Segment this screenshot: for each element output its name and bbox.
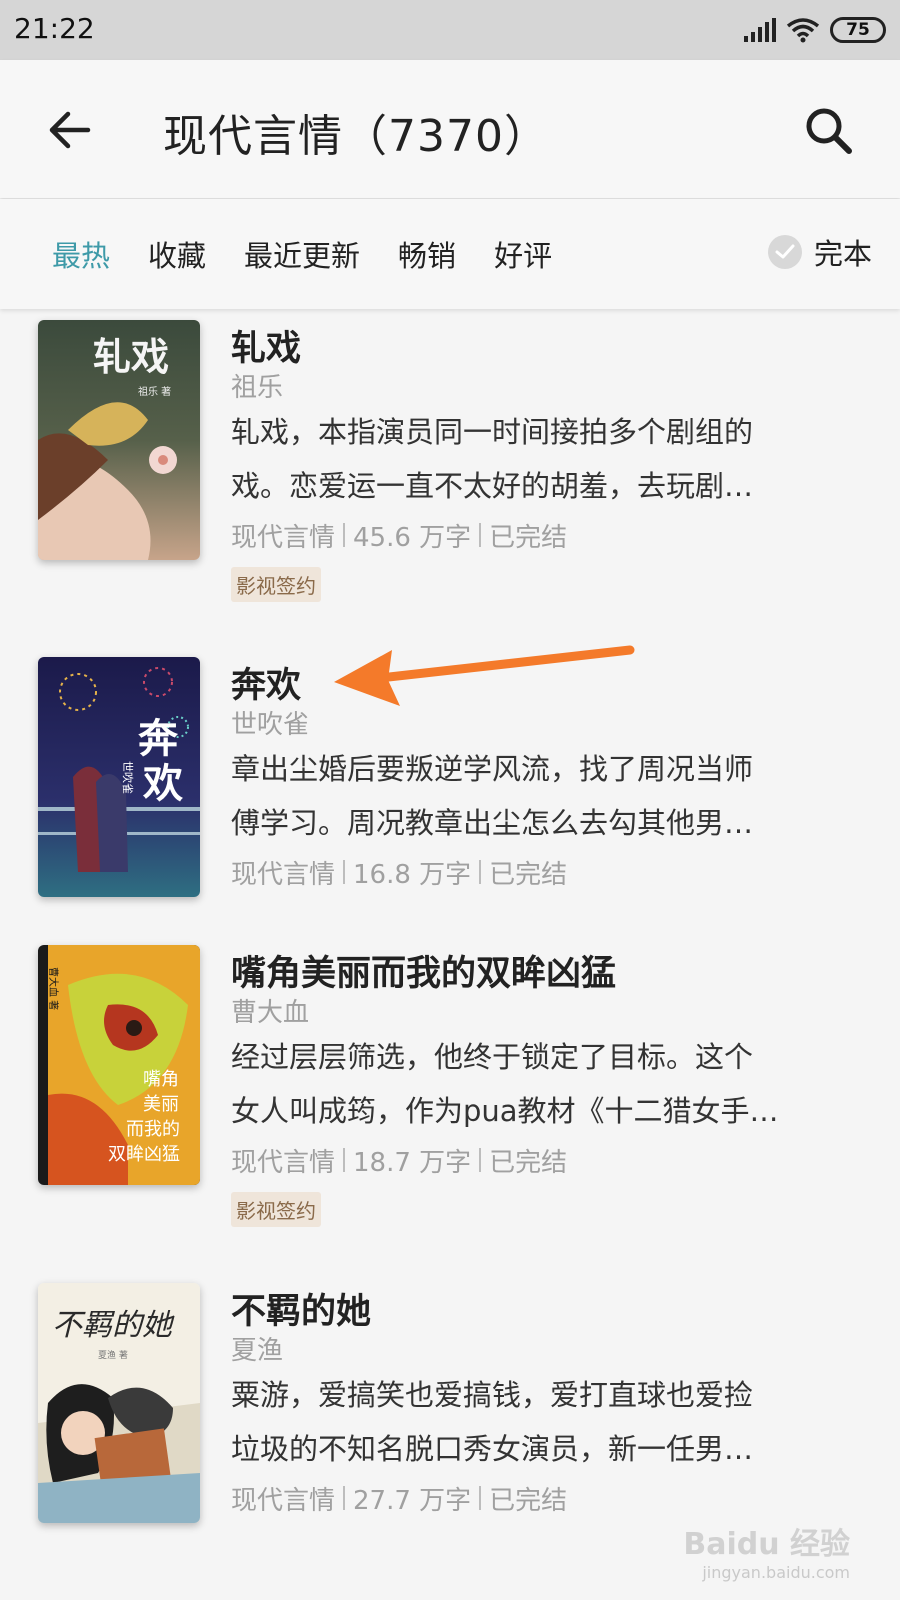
- divider: [343, 860, 346, 884]
- book-meta: 现代言情 18.7 万字 已完结: [231, 1142, 871, 1178]
- completed-filter-toggle[interactable]: 完本: [767, 231, 872, 273]
- filter-bar: 最热 收藏 最近更新 畅销 好评 完本: [0, 199, 900, 309]
- book-info: 嘴角美丽而我的双眸凶猛 曹大血 经过层层筛选，他终于锁定了目标。这个 女人叫成筠…: [231, 945, 871, 1227]
- description-line: 垃圾的不知名脱口秀女演员，新一任男…: [231, 1432, 754, 1466]
- cover-title-line: 美丽: [143, 1094, 179, 1115]
- check-icon: [767, 235, 802, 269]
- status-bar: 21:22 75: [0, 0, 900, 60]
- cover-author: 夏渔 著: [98, 1349, 128, 1361]
- cover-title: 不羁的她: [52, 1308, 175, 1343]
- book-author: 曹大血: [231, 998, 310, 1028]
- cover-title-part: 奔: [138, 716, 179, 762]
- book-status: 已完结: [489, 1147, 568, 1178]
- book-info: 不羁的她 夏渔 粟游，爱搞笑也爱搞钱，爱打直球也爱捡 垃圾的不知名脱口秀女演员，…: [231, 1283, 871, 1516]
- divider: [479, 523, 482, 547]
- tab-hottest[interactable]: 最热: [52, 233, 110, 275]
- description-line: 傅学习。周况教章出尘怎么去勾其他男…: [231, 806, 754, 840]
- description-line: 经过层层筛选，他终于锁定了目标。这个: [231, 1040, 754, 1074]
- tab-top-rated[interactable]: 好评: [494, 233, 552, 275]
- watermark-url: jingyan.baidu.com: [702, 1563, 850, 1582]
- book-cover[interactable]: 不羁的她 夏渔 著: [38, 1283, 200, 1523]
- book-meta: 现代言情 45.6 万字 已完结: [231, 517, 871, 553]
- annotation-arrow-icon: [334, 645, 635, 706]
- book-description: 粟游，爱搞笑也爱搞钱，爱打直球也爱捡 垃圾的不知名脱口秀女演员，新一任男…: [231, 1368, 871, 1476]
- book-cover[interactable]: 奔 欢 世吹雀: [38, 657, 200, 897]
- book-info: 轧戏 祖乐 轧戏，本指演员同一时间接拍多个剧组的 戏。恋爱运一直不太好的胡羞，去…: [231, 320, 871, 602]
- divider: [343, 1486, 346, 1510]
- book-status: 已完结: [489, 859, 568, 890]
- book-status: 已完结: [489, 1485, 568, 1516]
- tab-recently-updated[interactable]: 最近更新: [244, 233, 360, 275]
- book-cover[interactable]: 轧戏 祖乐 著: [38, 320, 200, 560]
- status-time: 21:22: [14, 12, 95, 45]
- book-category: 现代言情: [231, 859, 336, 890]
- book-category: 现代言情: [231, 1485, 336, 1516]
- battery-level: 75: [846, 20, 870, 40]
- book-meta: 现代言情 16.8 万字 已完结: [231, 854, 871, 890]
- tab-favorites[interactable]: 收藏: [148, 233, 206, 275]
- book-description: 章出尘婚后要叛逆学风流，找了周况当师 傅学习。周况教章出尘怎么去勾其他男…: [231, 742, 871, 850]
- cover-title-line: 双眸凶猛: [108, 1144, 180, 1165]
- description-line: 轧戏，本指演员同一时间接拍多个剧组的: [231, 415, 754, 449]
- divider: [343, 523, 346, 547]
- page-title: 现代言情（7370）: [163, 111, 549, 162]
- app-header: 现代言情（7370）: [0, 60, 900, 198]
- book-word-count: 27.7 万字: [353, 1485, 472, 1516]
- book-author: 夏渔: [231, 1336, 284, 1366]
- sort-tabs: 最热 收藏 最近更新 畅销 好评: [52, 233, 552, 275]
- book-meta: 现代言情 27.7 万字 已完结: [231, 1480, 871, 1516]
- back-button[interactable]: [40, 100, 100, 160]
- book-status: 已完结: [489, 522, 568, 553]
- cover-title-line: 而我的: [126, 1119, 180, 1140]
- description-line: 章出尘婚后要叛逆学风流，找了周况当师: [231, 752, 754, 786]
- book-word-count: 18.7 万字: [353, 1147, 472, 1178]
- cover-title-line: 嘴角: [143, 1069, 179, 1090]
- book-title[interactable]: 轧戏: [231, 320, 871, 369]
- divider: [343, 1148, 346, 1172]
- watermark-logo: Baidu 经验: [683, 1527, 850, 1562]
- tab-bestselling[interactable]: 畅销: [398, 233, 456, 275]
- description-line: 粟游，爱搞笑也爱搞钱，爱打直球也爱捡: [231, 1378, 754, 1412]
- cover-title: 轧戏: [93, 334, 169, 379]
- film-rights-badge: 影视签约: [231, 567, 321, 602]
- baidu-watermark: Baidu 经验 jingyan.baidu.com: [683, 1519, 850, 1582]
- completed-label: 完本: [813, 237, 872, 271]
- cover-author: 祖乐 著: [138, 385, 171, 398]
- signal-icon: [744, 18, 776, 42]
- book-word-count: 16.8 万字: [353, 859, 472, 890]
- search-button[interactable]: [796, 98, 860, 162]
- book-category: 现代言情: [231, 522, 336, 553]
- divider: [479, 860, 482, 884]
- cover-title-part: 欢: [142, 761, 183, 807]
- divider: [479, 1148, 482, 1172]
- book-description: 经过层层筛选，他终于锁定了目标。这个 女人叫成筠，作为pua教材《十二猎女手…: [231, 1030, 871, 1138]
- divider: [479, 1486, 482, 1510]
- battery-icon: 75: [830, 17, 886, 43]
- status-icons: 75: [744, 14, 886, 46]
- wifi-icon: [786, 18, 820, 43]
- description-line: 女人叫成筠，作为pua教材《十二猎女手…: [231, 1094, 779, 1128]
- book-description: 轧戏，本指演员同一时间接拍多个剧组的 戏。恋爱运一直不太好的胡羞，去玩剧…: [231, 405, 871, 513]
- description-line: 戏。恋爱运一直不太好的胡羞，去玩剧…: [231, 469, 754, 503]
- book-word-count: 45.6 万字: [353, 522, 472, 553]
- cover-author: 世吹雀: [121, 761, 134, 794]
- film-rights-badge: 影视签约: [231, 1192, 321, 1227]
- book-author: 祖乐: [231, 373, 284, 403]
- book-title[interactable]: 不羁的她: [231, 1283, 871, 1332]
- book-category: 现代言情: [231, 1147, 336, 1178]
- back-arrow-icon: [49, 111, 91, 149]
- book-title[interactable]: 嘴角美丽而我的双眸凶猛: [231, 945, 871, 994]
- search-icon: [806, 108, 852, 154]
- book-cover[interactable]: 曹大血 著 嘴角 美丽 而我的 双眸凶猛: [38, 945, 200, 1185]
- cover-author: 曹大血 著: [47, 967, 60, 1010]
